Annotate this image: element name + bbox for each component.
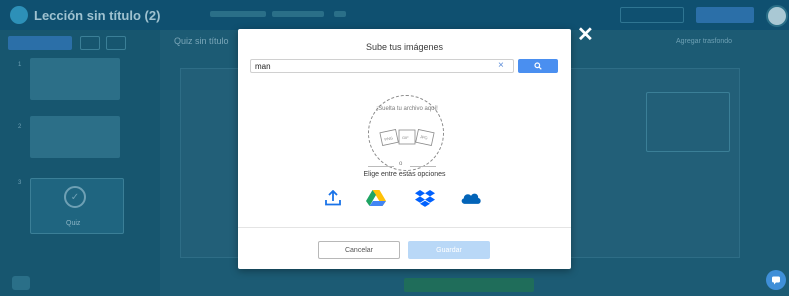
avatar[interactable] bbox=[766, 5, 788, 27]
dropbox-icon[interactable] bbox=[414, 189, 436, 207]
divider-line-left bbox=[368, 166, 394, 167]
onedrive-icon[interactable] bbox=[460, 189, 482, 207]
google-drive-icon[interactable] bbox=[365, 189, 387, 207]
clear-search-icon[interactable]: × bbox=[498, 60, 504, 72]
app-topbar: Lección sin título (2) bbox=[0, 0, 789, 30]
sidebar-tool-1[interactable] bbox=[80, 36, 100, 50]
files-icon: PNG GIF JPG bbox=[379, 128, 435, 146]
grid-view-button[interactable] bbox=[12, 276, 30, 290]
check-icon: ✓ bbox=[64, 186, 86, 208]
upload-icon[interactable] bbox=[322, 189, 344, 207]
modal-footer-divider bbox=[238, 227, 571, 228]
quiz-title[interactable]: Quiz sin título bbox=[174, 36, 229, 46]
or-text: o bbox=[399, 161, 403, 167]
upload-images-modal: Sube tus imágenes × ¡Suelta tu archivo a… bbox=[238, 29, 571, 269]
document-title[interactable]: Lección sin título (2) bbox=[34, 8, 160, 23]
save-app-button[interactable] bbox=[696, 7, 754, 23]
topbar-item-2[interactable] bbox=[272, 11, 324, 17]
image-search-input[interactable] bbox=[250, 59, 514, 73]
topbar-item-3[interactable] bbox=[334, 11, 346, 17]
options-text: Elige entre estas opciones bbox=[363, 171, 446, 178]
svg-text:GIF: GIF bbox=[402, 135, 409, 140]
chat-icon[interactable] bbox=[766, 270, 786, 290]
search-icon bbox=[534, 62, 542, 70]
search-button[interactable] bbox=[518, 59, 558, 73]
drop-zone-text: ¡Suelta tu archivo aquí! bbox=[376, 106, 438, 112]
save-button[interactable]: Guardar bbox=[408, 241, 490, 259]
add-slide-button[interactable] bbox=[8, 36, 72, 50]
topbar-item-1[interactable] bbox=[210, 11, 266, 17]
image-placeholder-card[interactable] bbox=[646, 92, 730, 152]
quiz-slide-label: Quiz bbox=[66, 220, 81, 227]
divider-line-right bbox=[410, 166, 436, 167]
slide-thumbnail-2[interactable] bbox=[30, 116, 120, 158]
add-background-link[interactable]: Agregar trasfondo bbox=[676, 38, 732, 45]
slide-number: 2 bbox=[18, 124, 22, 130]
preview-button[interactable] bbox=[620, 7, 684, 23]
footer-action-button[interactable] bbox=[404, 278, 534, 292]
modal-title: Sube tus imágenes bbox=[365, 42, 444, 52]
slide-number: 1 bbox=[18, 62, 22, 68]
sidebar-tool-2[interactable] bbox=[106, 36, 126, 50]
drop-zone[interactable]: ¡Suelta tu archivo aquí! PNG GIF JPG bbox=[368, 95, 444, 171]
slide-number: 3 bbox=[18, 180, 22, 186]
cancel-button[interactable]: Cancelar bbox=[318, 241, 400, 259]
close-icon[interactable]: ✕ bbox=[577, 25, 594, 45]
app-logo bbox=[10, 6, 28, 24]
slide-thumbnail-1[interactable] bbox=[30, 58, 120, 100]
